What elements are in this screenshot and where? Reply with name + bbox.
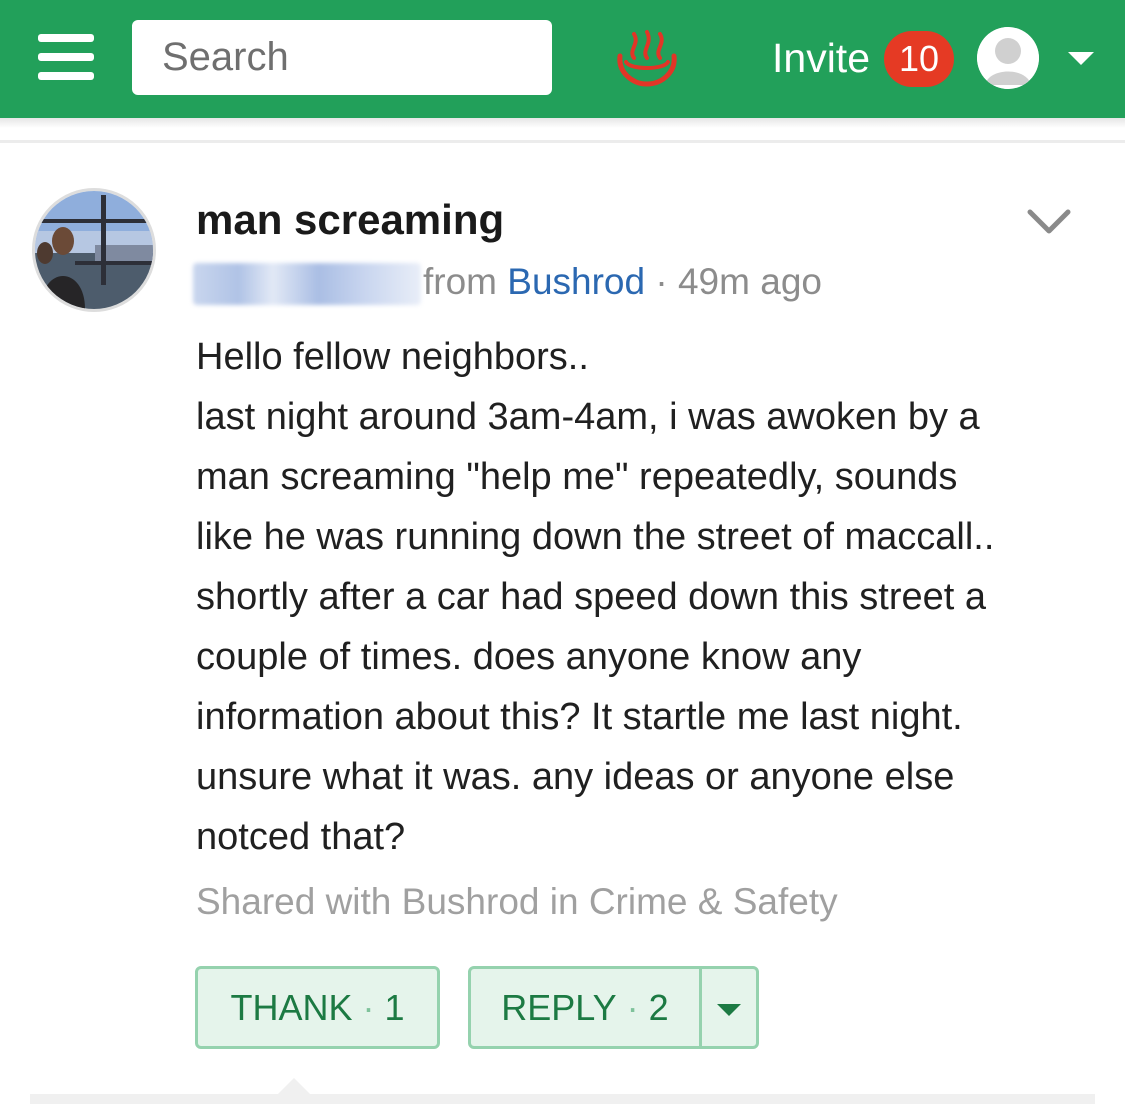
body-line: unsure what it was. any ideas or anyone …: [196, 756, 955, 798]
neighborhood-link[interactable]: Bushrod: [507, 261, 645, 302]
body-line: Hello fellow neighbors..: [196, 336, 589, 378]
body-line: last night around 3am-4am, i was awoken …: [196, 396, 980, 438]
divider: [0, 140, 1125, 143]
reply-button[interactable]: REPLY · 2: [468, 966, 702, 1049]
body-line: information about this? It startle me la…: [196, 696, 963, 738]
hot-springs-logo-icon[interactable]: [614, 28, 680, 88]
header-shadow: [0, 118, 1125, 128]
author-avatar[interactable]: [32, 188, 156, 312]
body-line: couple of times. does anyone know any: [196, 636, 862, 678]
comments-section-edge: [30, 1094, 1095, 1104]
reply-separator: ·: [626, 987, 639, 1028]
thank-separator: ·: [362, 987, 375, 1028]
search-input[interactable]: [132, 20, 552, 95]
invite-link[interactable]: Invite: [772, 30, 870, 86]
reply-label: REPLY: [501, 987, 617, 1028]
thank-count: 1: [384, 987, 405, 1028]
chevron-down-icon[interactable]: [1026, 208, 1072, 236]
meta-from: from: [423, 261, 497, 302]
body-line: shortly after a car had speed down this …: [196, 576, 986, 618]
post-title[interactable]: man screaming: [196, 196, 504, 244]
post-meta: from Bushrod · 49m ago: [193, 258, 822, 306]
body-line: like he was running down the street of m…: [196, 516, 995, 558]
reply-options-button[interactable]: [699, 966, 759, 1049]
thank-label: THANK: [230, 987, 353, 1028]
thank-button[interactable]: THANK · 1: [195, 966, 440, 1049]
invite-count-badge[interactable]: 10: [884, 31, 954, 87]
post-timestamp: 49m ago: [677, 261, 822, 302]
caret-down-icon[interactable]: [1068, 50, 1094, 66]
caret-down-icon: [717, 1004, 741, 1017]
meta-separator: ·: [655, 261, 668, 302]
shared-with-text[interactable]: Shared with Bushrod in Crime & Safety: [196, 881, 838, 923]
reply-count: 2: [648, 987, 669, 1028]
comment-pointer: [278, 1078, 310, 1094]
hamburger-menu-icon[interactable]: [38, 34, 94, 80]
top-navigation-bar: Invite 10: [0, 0, 1125, 118]
body-line: man screaming "help me" repeatedly, soun…: [196, 456, 958, 498]
author-name-redacted[interactable]: [193, 263, 421, 306]
body-line: notced that?: [196, 816, 406, 858]
post-body: Hello fellow neighbors.. last night arou…: [196, 327, 1101, 867]
user-avatar-icon[interactable]: [977, 27, 1039, 89]
